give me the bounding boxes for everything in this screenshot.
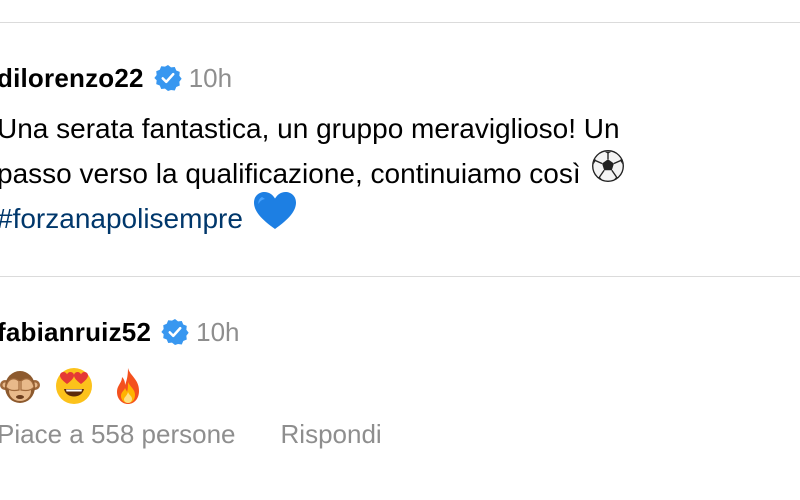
comment-item: fabianruiz52 10h	[0, 312, 800, 410]
comment-username[interactable]: dilorenzo22	[0, 63, 144, 94]
comment-text: Una serata fantastica, un gruppo meravig…	[0, 106, 800, 241]
heart-eyes-face-icon	[54, 366, 94, 406]
fire-icon	[108, 366, 148, 406]
verified-badge-icon	[154, 64, 182, 92]
comment-header: dilorenzo22 10h	[0, 58, 800, 98]
comment-header: fabianruiz52 10h	[0, 312, 800, 352]
blue-heart-icon	[253, 191, 297, 244]
see-no-evil-monkey-icon	[0, 366, 40, 406]
comment-item: dilorenzo22 10h Una serata fantastica, u…	[0, 58, 800, 241]
comment-text-line-content: passo verso la qualificazione, continuia…	[0, 158, 581, 189]
comment-time: 10h	[188, 62, 233, 93]
comment-emojis	[0, 362, 800, 410]
hashtag-link[interactable]: #forzanapolisempre	[0, 203, 243, 234]
comment-text-line: #forzanapolisempre	[0, 192, 800, 241]
comment-username[interactable]: fabianruiz52	[0, 317, 151, 348]
comments-screen: dilorenzo22 10h Una serata fantastica, u…	[0, 0, 800, 500]
comment-actions: Piace a 558 persone Rispondi	[0, 419, 382, 450]
divider	[0, 22, 800, 23]
divider	[0, 276, 800, 277]
soccer-ball-icon	[591, 149, 625, 196]
comment-text-line: passo verso la qualificazione, continuia…	[0, 149, 800, 196]
comment-text-line: Una serata fantastica, un gruppo meravig…	[0, 113, 620, 144]
comment-time: 10h	[196, 316, 240, 347]
likes-count-link[interactable]: Piace a 558 persone	[0, 419, 236, 450]
reply-button[interactable]: Rispondi	[281, 419, 382, 450]
verified-badge-icon	[161, 318, 189, 346]
